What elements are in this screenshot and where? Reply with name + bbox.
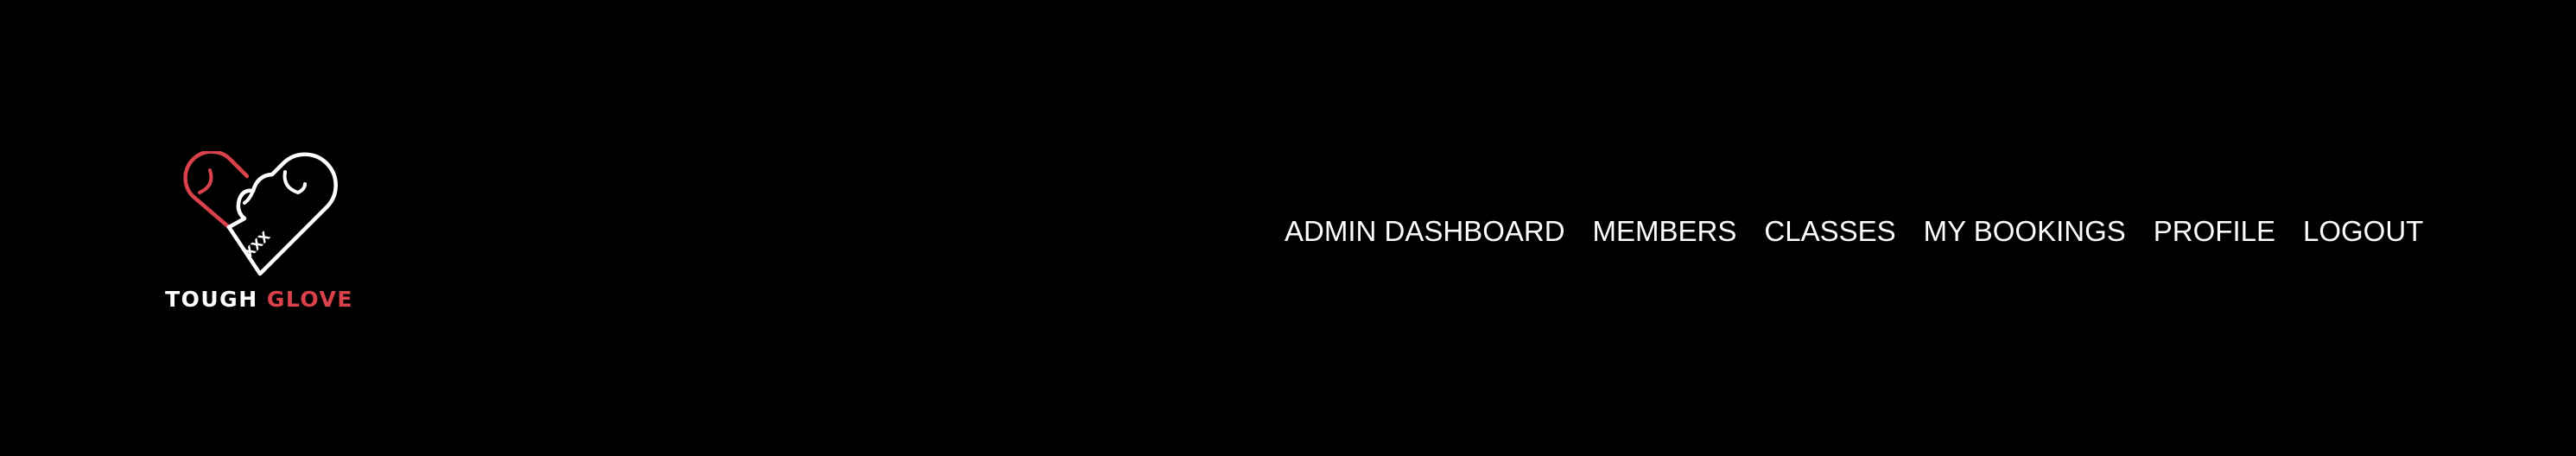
brand-name: TOUGH GLOVE <box>164 287 354 312</box>
brand-word-tough: TOUGH <box>165 287 258 312</box>
nav-link-admin-dashboard[interactable]: ADMIN DASHBOARD <box>1285 212 1565 250</box>
nav-link-logout[interactable]: LOGOUT <box>2303 212 2423 250</box>
brand-word-glove: GLOVE <box>266 287 353 312</box>
brand-home-link[interactable]: XXX TOUGH GLOVE <box>164 151 354 320</box>
nav-link-profile[interactable]: PROFILE <box>2154 212 2275 250</box>
boxing-glove-heart-icon: XXX <box>183 151 338 276</box>
nav-link-my-bookings[interactable]: MY BOOKINGS <box>1924 212 2126 250</box>
main-nav: ADMIN DASHBOARD MEMBERS CLASSES MY BOOKI… <box>1285 212 2423 250</box>
site-header: XXX TOUGH GLOVE ADMIN DASHBOARD MEMBERS … <box>0 0 2576 456</box>
nav-link-classes[interactable]: CLASSES <box>1764 212 1895 250</box>
nav-link-members[interactable]: MEMBERS <box>1593 212 1737 250</box>
